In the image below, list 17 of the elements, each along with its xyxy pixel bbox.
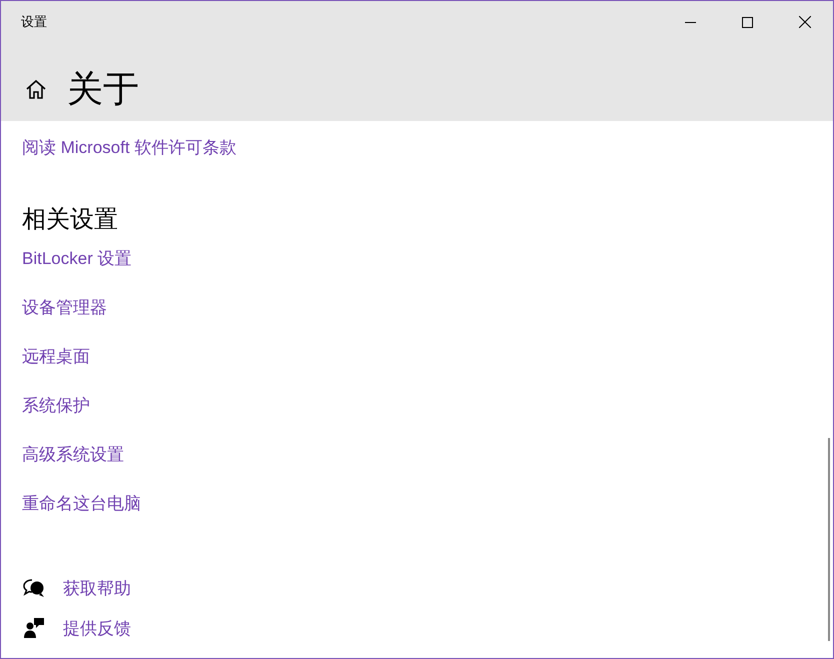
home-icon[interactable] <box>25 78 47 100</box>
section-heading: 相关设置 <box>22 204 118 234</box>
feedback-link[interactable]: 提供反馈 <box>63 616 131 640</box>
settings-link[interactable]: 系统保护 <box>22 394 90 416</box>
window-title: 设置 <box>21 13 47 32</box>
scrollbar[interactable] <box>828 438 830 641</box>
settings-link[interactable]: 设备管理器 <box>22 296 107 318</box>
close-icon <box>798 16 810 28</box>
settings-link[interactable]: 重命名这台电脑 <box>22 492 141 514</box>
settings-link[interactable]: 远程桌面 <box>22 344 90 368</box>
maximize-icon <box>742 16 753 28</box>
page-title: 关于 <box>67 71 139 107</box>
person-feedback-icon <box>23 617 45 639</box>
settings-link[interactable]: BitLocker 设置 <box>22 246 132 270</box>
help-link[interactable]: 获取帮助 <box>63 576 131 600</box>
license-link[interactable]: 阅读 Microsoft 软件许可条款 <box>22 135 236 160</box>
settings-link[interactable]: 高级系统设置 <box>22 442 124 466</box>
